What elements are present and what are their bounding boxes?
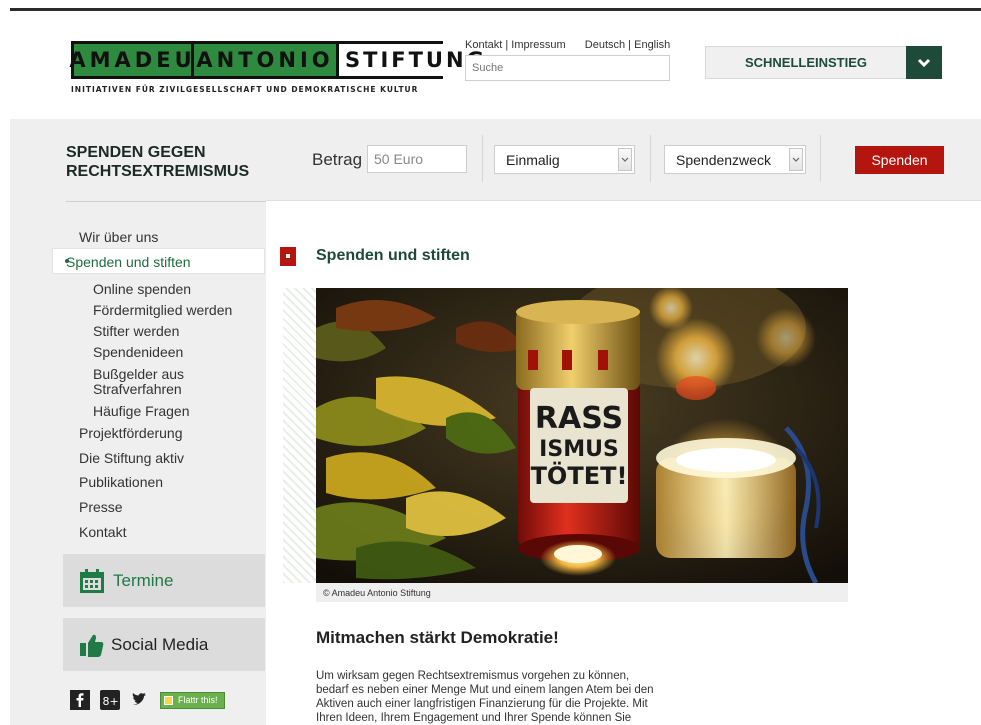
nav-item-wir-ueber-uns[interactable]: Wir über uns: [79, 229, 158, 245]
divider: [820, 135, 821, 182]
termine-box[interactable]: Termine: [63, 554, 265, 607]
nav-sub-foerdermitglied[interactable]: Fördermitglied werden: [93, 302, 232, 318]
nav-sub-haeufige-fragen[interactable]: Häufige Fragen: [93, 403, 190, 419]
quick-access-label: SCHNELLEINSTIEG: [744, 55, 868, 70]
svg-text:8+: 8+: [103, 695, 119, 708]
section-heading: Mitmachen stärkt Demokratie!: [316, 628, 559, 647]
section-marker: [280, 247, 296, 266]
link-english[interactable]: English: [634, 39, 670, 51]
candle-label-line3: TÖTET!: [531, 460, 628, 490]
link-deutsch[interactable]: Deutsch: [585, 39, 625, 51]
nav-sub-stifter-werden[interactable]: Stifter werden: [93, 323, 179, 339]
donation-bar: SPENDEN GEGEN RECHTSEXTREMISMUS Betrag 5…: [10, 119, 981, 201]
nav-item-publikationen[interactable]: Publikationen: [79, 474, 163, 490]
logo-tagline: INITIATIVEN FÜR ZIVILGESELLSCHAFT UND DE…: [71, 85, 419, 94]
frequency-select[interactable]: Einmalig: [494, 145, 635, 174]
logo-word-amadeu: AMADEU: [69, 44, 194, 76]
page-title: Spenden und stiften: [316, 247, 470, 264]
nav-sub-bussgelder-line2[interactable]: Strafverfahren: [93, 381, 182, 397]
search-input[interactable]: [465, 55, 670, 81]
termine-label: Termine: [113, 570, 174, 590]
amount-label: Betrag: [312, 150, 363, 169]
logo-box: AMADEU ANTONIO STIFTUNG: [69, 41, 493, 79]
nav-rule: [66, 201, 266, 202]
donation-title-line2: RECHTSEXTREMISMUS: [66, 163, 250, 180]
nav-sub-online-spenden[interactable]: Online spenden: [93, 281, 191, 297]
paragraph-line: Ihren Ideen, Ihrem Engagement und Ihrer …: [316, 712, 632, 724]
paragraph-line: Um wirksam gegen Rechtsextremismus vorge…: [316, 670, 630, 682]
nav-sub-bussgelder-line1[interactable]: Bußgelder aus: [93, 366, 184, 382]
header-links: Kontakt | Impressum Deutsch | English: [465, 39, 670, 51]
amount-input[interactable]: 50 Euro: [367, 145, 467, 173]
candle-label-line2: ISMUS: [539, 437, 619, 462]
purpose-select[interactable]: Spendenzweck: [664, 145, 806, 174]
photo-caption: © Amadeu Antonio Stiftung: [323, 588, 431, 598]
quick-access-button[interactable]: [906, 46, 942, 79]
nav-sub-spendenideen[interactable]: Spendenideen: [93, 344, 183, 360]
nav-item-stiftung-aktiv[interactable]: Die Stiftung aktiv: [79, 450, 184, 466]
chevron-down-icon: [917, 58, 931, 67]
purpose-value: Spendenzweck: [676, 151, 771, 168]
logo-word-antonio: ANTONIO: [194, 44, 339, 76]
separator: |: [502, 39, 512, 51]
paragraph-line: Aktiven auch einer langfristigen Finanzi…: [316, 698, 648, 710]
logo[interactable]: AMADEU ANTONIO STIFTUNG INITIATIVEN FÜR …: [69, 41, 493, 94]
donation-title: SPENDEN GEGEN RECHTSEXTREMISMUS: [66, 143, 249, 181]
top-rule: [10, 8, 981, 11]
nav-item-presse[interactable]: Presse: [79, 499, 123, 515]
chevron-down-icon: [618, 148, 632, 171]
divider: [482, 135, 483, 182]
donation-title-line1: SPENDEN GEGEN: [66, 144, 206, 161]
calendar-icon: [80, 568, 104, 593]
nav-item-projektfoerderung[interactable]: Projektförderung: [79, 425, 183, 441]
nav-item-spenden-und-stiften[interactable]: Spenden und stiften: [66, 254, 191, 270]
thumbs-up-icon: [80, 634, 104, 657]
social-media-box[interactable]: Social Media: [63, 618, 265, 671]
intro-paragraph: Um wirksam gegen Rechtsextremismus vorge…: [316, 669, 696, 725]
divider: [650, 135, 651, 182]
social-icons: 8+ Flattr this!: [70, 690, 225, 710]
quick-access-dropdown[interactable]: SCHNELLEINSTIEG: [705, 46, 942, 79]
candle-photo: RASS ISMUS TÖTET!: [316, 288, 848, 583]
link-impressum[interactable]: Impressum: [511, 39, 565, 51]
donate-button[interactable]: Spenden: [855, 146, 944, 174]
candle-label-line1: RASS: [535, 401, 623, 436]
paragraph-line: bedarf es neben einer Menge Mut und eine…: [316, 684, 654, 696]
flattr-button[interactable]: Flattr this!: [160, 691, 225, 709]
google-plus-icon[interactable]: 8+: [100, 690, 120, 710]
social-media-label: Social Media: [111, 634, 209, 654]
facebook-icon[interactable]: [70, 690, 90, 710]
frequency-value: Einmalig: [506, 151, 560, 168]
separator: |: [625, 39, 635, 51]
twitter-icon[interactable]: [130, 690, 150, 710]
flattr-label: Flattr this!: [178, 695, 218, 705]
chevron-down-icon: [789, 148, 803, 171]
flattr-icon: [164, 695, 173, 705]
link-kontakt[interactable]: Kontakt: [465, 39, 502, 51]
decorative-hatch: [283, 288, 316, 583]
nav-item-kontakt[interactable]: Kontakt: [79, 524, 126, 540]
